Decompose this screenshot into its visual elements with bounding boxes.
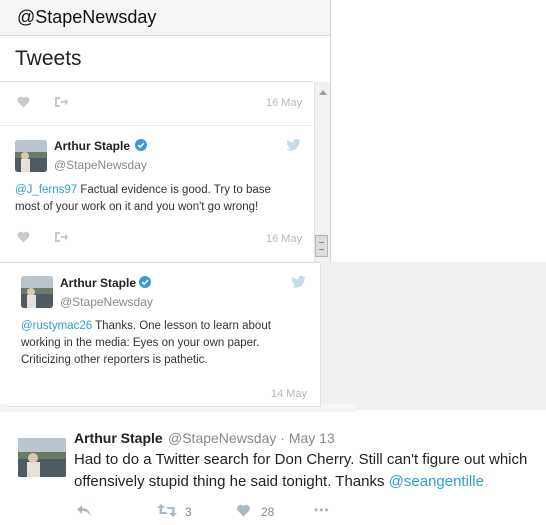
widget-title: Tweets (15, 47, 82, 70)
tweet-text-part: most of your work on it and you won't go… (15, 201, 259, 213)
avatar[interactable] (21, 276, 53, 308)
tweet-text-part: Criticizing other reporters is pathetic. (21, 354, 208, 366)
retweet-count: 3 (185, 505, 192, 519)
author-handle[interactable]: @StapeNewsday (54, 158, 147, 172)
tweet-text: @rustymac26 Thanks. One lesson to learn … (21, 318, 316, 369)
heart-icon[interactable] (17, 96, 30, 108)
tweet-date[interactable]: 14 May (271, 388, 307, 400)
divider (0, 81, 313, 82)
share-icon[interactable] (54, 231, 69, 243)
tweet-text-part: working in the media: Eyes on your own p… (21, 337, 260, 349)
like-count: 28 (261, 505, 275, 519)
avatar[interactable] (15, 140, 47, 172)
author-handle[interactable]: @StapeNewsday (60, 295, 153, 309)
tweet-text: Had to do a Twitter search for Don Cherr… (74, 449, 544, 493)
scroll-up-icon[interactable] (319, 90, 327, 95)
heart-icon[interactable] (17, 231, 30, 243)
avatar[interactable] (18, 438, 66, 477)
author-handle[interactable]: @StapeNewsday (168, 430, 276, 446)
author-name[interactable]: Arthur Staple (54, 139, 130, 153)
timeline-widget: @StapeNewsday Tweets 16 May Arthur Stapl… (0, 0, 331, 263)
reply-icon[interactable] (76, 504, 92, 517)
tweet-text: @J_ferns97 Factual evidence is good. Try… (15, 182, 310, 216)
twitter-bird-icon[interactable] (286, 139, 301, 151)
author-name[interactable]: Arthur Staple (74, 430, 163, 446)
retweet-icon[interactable] (157, 504, 177, 517)
tweet-date[interactable]: 16 May (266, 233, 302, 245)
mention-link[interactable]: @J_ferns97 (15, 184, 77, 196)
tweet-text-part: offensively stupid thing he said tonight… (74, 473, 389, 490)
tweet-text-part: Thanks. One lesson to learn about (92, 320, 271, 332)
verified-badge-icon (135, 139, 147, 151)
tweet-text-part: Had to do a Twitter search for Don Cherr… (74, 451, 528, 468)
tweet-meta: @StapeNewsday · May 13 (168, 430, 335, 446)
share-icon[interactable] (54, 96, 69, 108)
widget-header: @StapeNewsday (0, 0, 330, 36)
background-panel (321, 262, 546, 410)
twitter-bird-icon[interactable] (291, 276, 306, 288)
divider (0, 125, 313, 126)
mention-link[interactable]: @seangentille (389, 473, 484, 490)
meta-separator: · (280, 430, 285, 446)
tweet-date[interactable]: 16 May (266, 97, 302, 109)
scroll-thumb[interactable] (315, 235, 328, 257)
tweet-card: Arthur Staple @StapeNewsday @rustymac26 … (8, 264, 321, 407)
verified-badge-icon (139, 276, 151, 288)
author-name[interactable]: Arthur Staple (60, 276, 136, 290)
tweet-text-part: Factual evidence is good. Try to base (77, 184, 271, 196)
widget-handle[interactable]: @StapeNewsday (17, 7, 156, 28)
mention-link[interactable]: @rustymac26 (21, 320, 92, 332)
heart-icon[interactable] (236, 504, 251, 517)
more-options-icon[interactable]: ••• (314, 503, 330, 517)
tweet-date[interactable]: May 13 (289, 430, 335, 446)
